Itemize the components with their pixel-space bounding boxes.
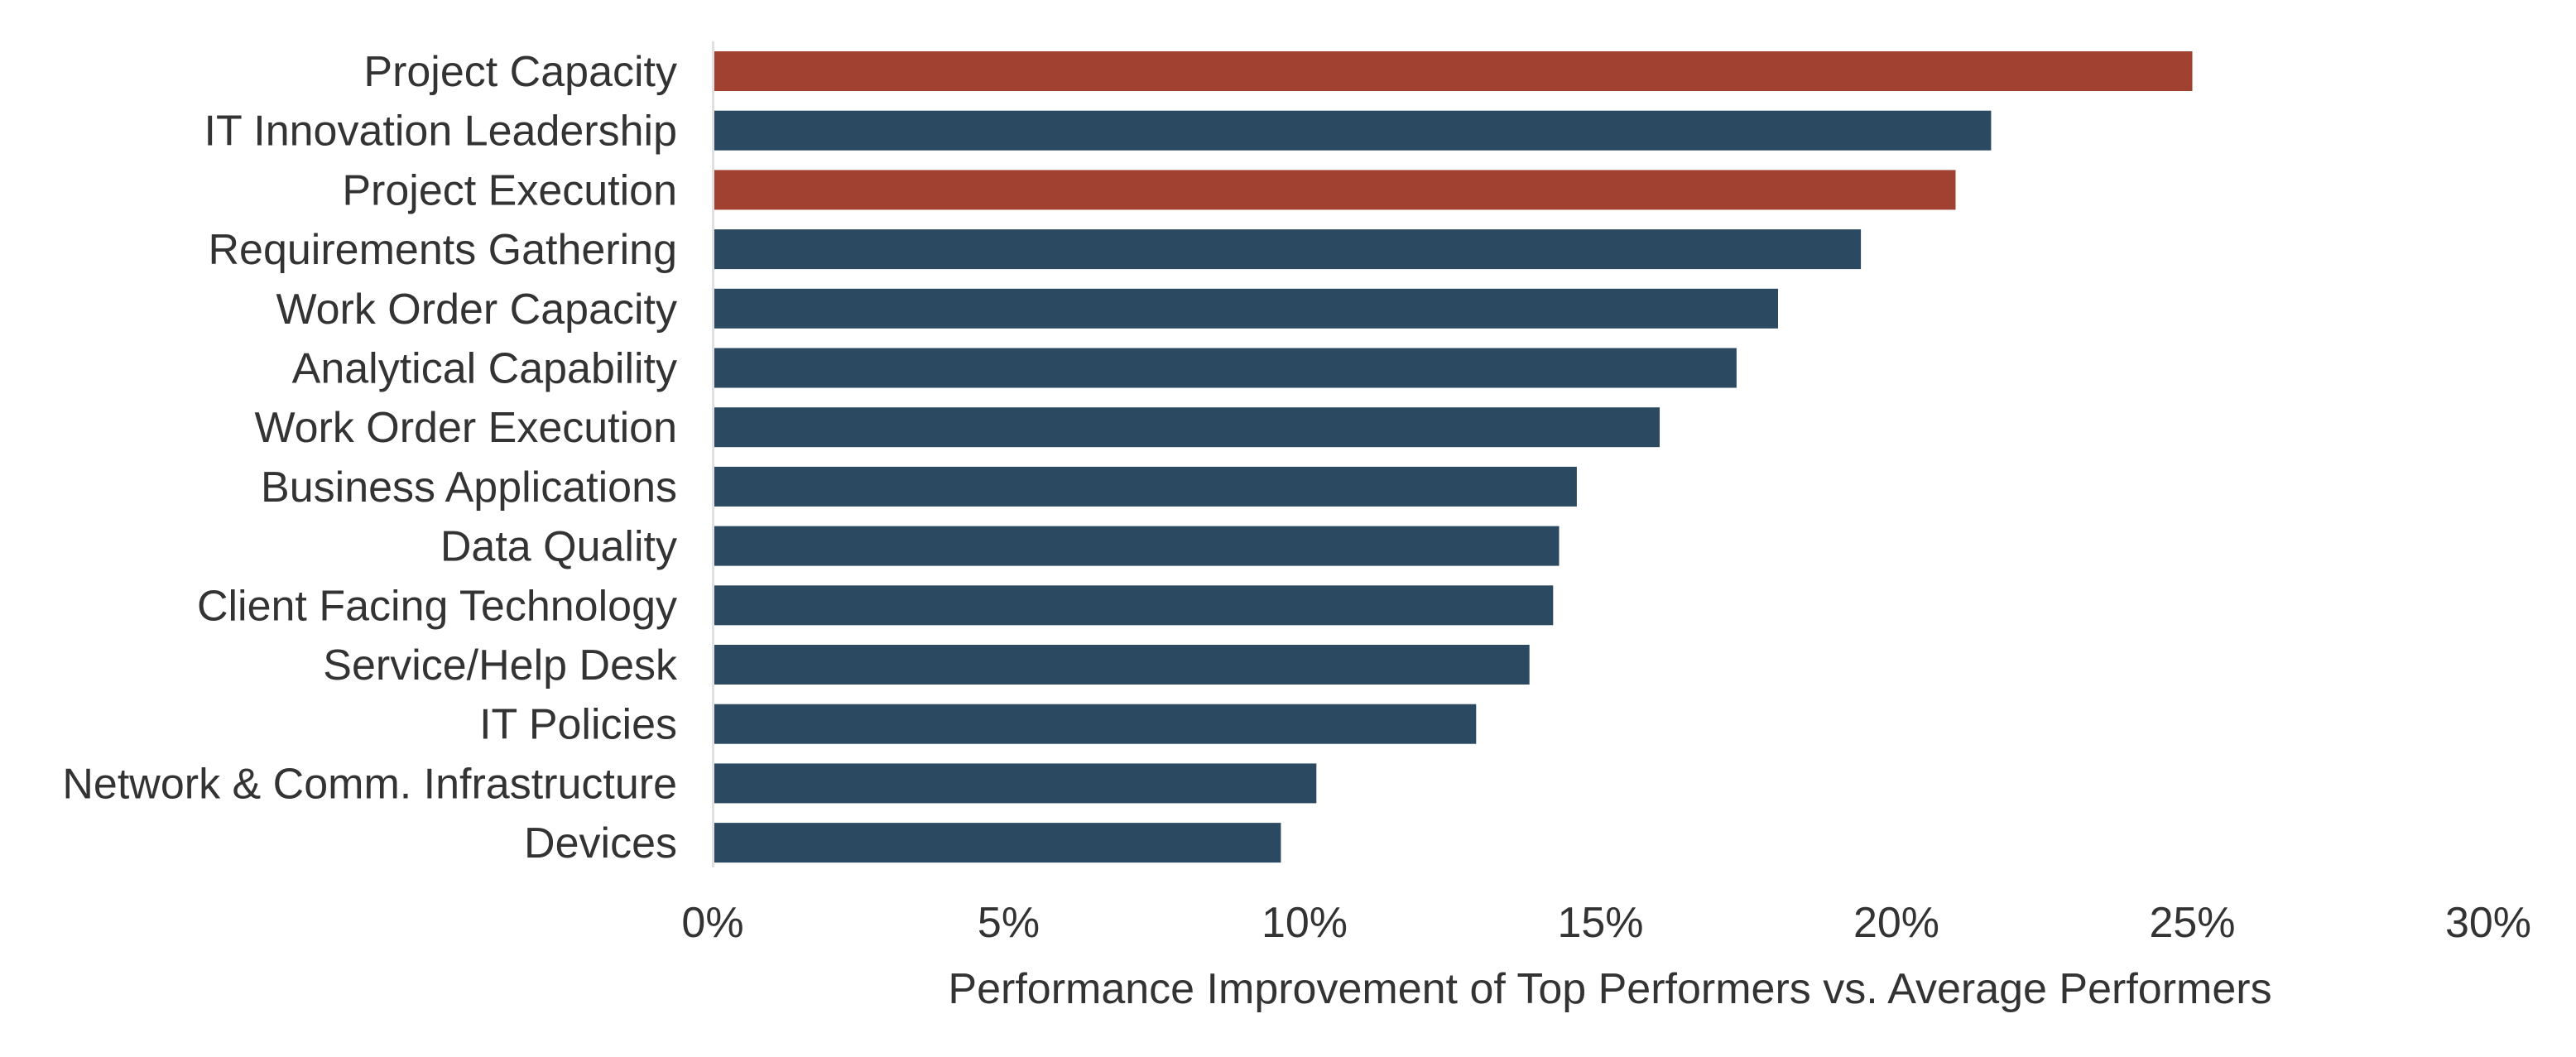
bar-chart: Project Capacity IT Innovation Leadership… <box>62 41 2531 1013</box>
x-tick-label: 25% <box>2149 899 2235 947</box>
category-label: Devices <box>524 819 677 867</box>
category-label: Project Execution <box>342 166 677 214</box>
x-tick-label: 15% <box>1557 899 1643 947</box>
category-label: Requirements Gathering <box>208 226 677 274</box>
bar-devices <box>714 823 1281 863</box>
category-labels: Project Capacity IT Innovation Leadership… <box>62 48 678 867</box>
x-tick-label: 10% <box>1262 899 1348 947</box>
x-tick-label: 30% <box>2445 899 2531 947</box>
x-tick-label: 5% <box>978 899 1040 947</box>
bar-analytical-capability <box>714 348 1737 388</box>
category-label: Analytical Capability <box>292 345 677 393</box>
bar-it-innovation-leadership <box>714 110 1992 151</box>
category-label: Work Order Capacity <box>276 286 677 334</box>
category-label: Network & Comm. Infrastructure <box>62 760 677 808</box>
category-label: Service/Help Desk <box>323 641 678 689</box>
bar-service-help-desk <box>714 645 1530 685</box>
bar-network-comm-infrastructure <box>714 763 1317 804</box>
bar-data-quality <box>714 526 1560 566</box>
category-label: Work Order Execution <box>254 404 677 452</box>
bar-project-execution <box>714 170 1956 210</box>
category-label: IT Innovation Leadership <box>204 108 677 156</box>
bar-work-order-capacity <box>714 288 1778 329</box>
category-label: Project Capacity <box>363 48 677 96</box>
x-tick-label: 20% <box>1853 899 1939 947</box>
bar-it-policies <box>714 704 1477 744</box>
bar-requirements-gathering <box>714 229 1862 270</box>
bar-business-applications <box>714 466 1577 507</box>
bar-project-capacity <box>714 51 2193 91</box>
x-axis-title: Performance Improvement of Top Performer… <box>948 965 2271 1013</box>
bar-work-order-execution <box>714 407 1660 448</box>
bars-group <box>714 51 2193 863</box>
category-label: IT Policies <box>479 701 677 749</box>
x-tick-label: 0% <box>681 899 743 947</box>
category-label: Data Quality <box>440 523 677 571</box>
category-label: Client Facing Technology <box>197 582 677 630</box>
bar-client-facing-technology <box>714 585 1554 626</box>
category-label: Business Applications <box>261 464 677 512</box>
x-axis-tick-labels: 0% 5% 10% 15% 20% 25% 30% <box>681 899 2531 947</box>
